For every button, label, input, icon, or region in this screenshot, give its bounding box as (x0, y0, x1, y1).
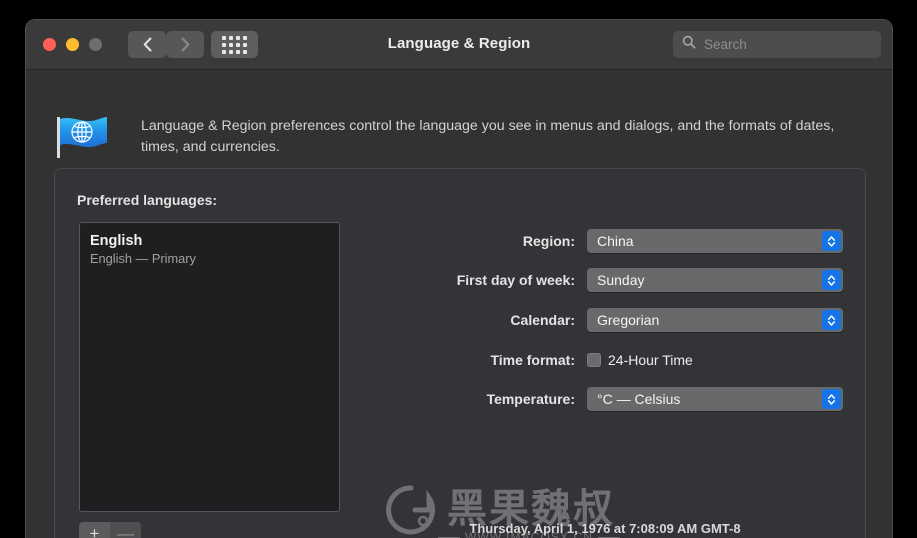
preferred-languages-list[interactable]: English English — Primary (79, 222, 340, 512)
first-day-of-week-value: Sunday (597, 272, 645, 288)
chevron-updown-icon[interactable] (822, 231, 841, 251)
description-text: Language & Region preferences control th… (141, 118, 835, 155)
temperature-select[interactable]: °C — Celsius (587, 387, 843, 411)
first-day-of-week-select[interactable]: Sunday (587, 268, 843, 292)
temperature-value: °C — Celsius (597, 391, 681, 407)
preferences-window: Language & Region Search Language & Regi… (25, 19, 893, 538)
calendar-value: Gregorian (597, 312, 660, 328)
temperature-label: Temperature: (486, 391, 575, 407)
remove-language-button[interactable]: — (110, 522, 141, 538)
chevron-updown-icon[interactable] (822, 270, 841, 290)
window-titlebar: Language & Region Search (26, 20, 892, 70)
language-name: English (90, 233, 143, 249)
chevron-updown-icon[interactable] (822, 389, 841, 409)
preferred-languages-label: Preferred languages: (77, 192, 218, 208)
form-row-region: Region: China (355, 229, 855, 253)
screen: Language & Region Search Language & Regi… (0, 0, 917, 538)
region-select[interactable]: China (587, 229, 843, 253)
region-label: Region: (522, 233, 575, 249)
form-row-time-format: Time format: 24-Hour Time (355, 348, 855, 372)
search-placeholder: Search (704, 37, 747, 52)
language-list-controls: + — (79, 522, 141, 538)
form-row-temperature: Temperature: °C — Celsius (355, 387, 855, 411)
time-format-checkbox-group[interactable]: 24-Hour Time (587, 352, 693, 368)
time-format-checkbox-label: 24-Hour Time (608, 352, 693, 368)
flag-globe-icon (54, 113, 111, 160)
language-detail: English — Primary (90, 251, 196, 266)
form-row-calendar: Calendar: Gregorian (355, 308, 855, 332)
content-panel: Preferred languages: English English — P… (54, 168, 866, 538)
first-day-of-week-label: First day of week: (456, 272, 575, 288)
calendar-label: Calendar: (510, 312, 575, 328)
search-icon (682, 35, 696, 54)
time-format-label: Time format: (490, 352, 575, 368)
chevron-updown-icon[interactable] (822, 310, 841, 330)
calendar-select[interactable]: Gregorian (587, 308, 843, 332)
checkbox-icon[interactable] (587, 353, 601, 367)
format-preview: Thursday, April 1, 1976 at 7:08:09 AM GM… (355, 519, 855, 538)
preference-description: Language & Region preferences control th… (26, 70, 892, 163)
form-row-first-day: First day of week: Sunday (355, 268, 855, 292)
preview-long-date: Thursday, April 1, 1976 at 7:08:09 AM GM… (469, 521, 741, 536)
list-item[interactable]: English English — Primary (80, 223, 339, 268)
region-value: China (597, 233, 634, 249)
search-field[interactable]: Search (673, 31, 881, 58)
add-language-button[interactable]: + (79, 522, 110, 538)
